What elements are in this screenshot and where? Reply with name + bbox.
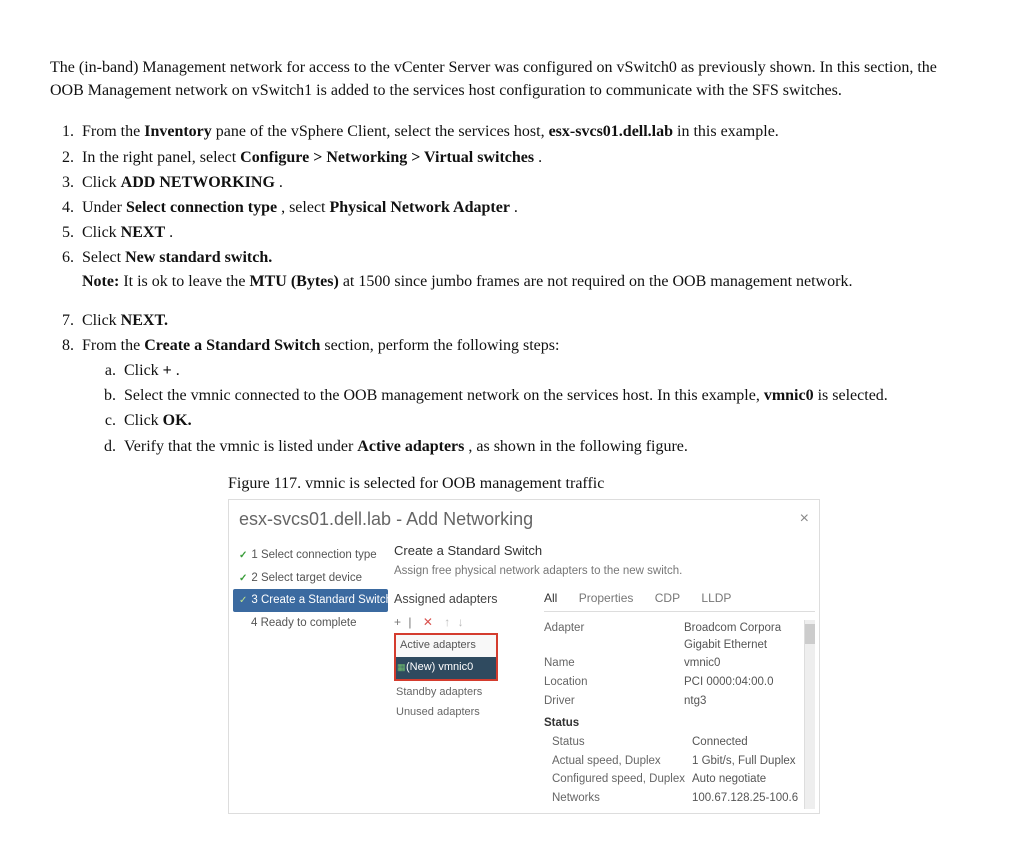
assigned-adapters-panel: Assigned adapters + | ✕ ↑ ↓ Active adapt… [394, 590, 544, 809]
row-configured-speed: Configured speed, DuplexAuto negotiate [544, 771, 804, 788]
row-name: Namevmnic0 [544, 655, 804, 672]
tab-lldp[interactable]: LLDP [701, 591, 731, 605]
step-8c: Click OK. [120, 409, 974, 432]
details-scrollbar[interactable] [804, 620, 815, 809]
add-networking-dialog: esx-svcs01.dell.lab - Add Networking × 1… [228, 499, 820, 814]
wizard-main: Create a Standard Switch Assign free phy… [388, 536, 819, 813]
row-location: LocationPCI 0000:04:00.0 [544, 674, 804, 691]
step-7: Click NEXT. [78, 309, 974, 332]
selected-vmnic[interactable]: (New) vmnic0 [396, 657, 496, 679]
step-2: In the right panel, select Configure > N… [78, 146, 974, 169]
wizard-main-title: Create a Standard Switch [394, 542, 815, 561]
adapter-toolbar: + | ✕ ↑ ↓ [394, 614, 544, 631]
wizard-steps: 1 Select connection type 2 Select target… [229, 536, 388, 813]
wizard-step-1[interactable]: 1 Select connection type [233, 544, 388, 567]
close-icon[interactable]: × [800, 507, 809, 530]
sub-steps-list: Click + . Select the vmnic connected to … [120, 359, 974, 458]
active-adapters-box: Active adapters (New) vmnic0 [394, 633, 498, 681]
move-down-icon[interactable]: ↓ [458, 615, 466, 629]
tab-properties[interactable]: Properties [579, 591, 634, 605]
row-networks: Networks100.67.128.25-100.6 [544, 790, 804, 807]
step-3: Click ADD NETWORKING . [78, 171, 974, 194]
tab-cdp[interactable]: CDP [655, 591, 680, 605]
standby-adapters-header: Standby adapters [394, 681, 544, 701]
wizard-main-subtitle: Assign free physical network adapters to… [394, 563, 815, 580]
assigned-adapters-heading: Assigned adapters [394, 590, 544, 608]
main-steps-list-continued: Click NEXT. From the Create a Standard S… [78, 309, 974, 458]
step-8: From the Create a Standard Switch sectio… [78, 334, 974, 458]
row-actual-speed: Actual speed, Duplex1 Gbit/s, Full Duple… [544, 753, 804, 770]
move-up-icon[interactable]: ↑ [444, 615, 452, 629]
step-8a: Click + . [120, 359, 974, 382]
wizard-step-4: 4 Ready to complete [233, 612, 388, 635]
add-icon[interactable]: + [394, 615, 403, 629]
dialog-title-text: esx-svcs01.dell.lab - Add Networking [239, 506, 533, 532]
adapter-details-panel: All Properties CDP LLDP AdapterBroadcom … [544, 590, 815, 809]
row-driver: Driverntg3 [544, 693, 804, 710]
figure-caption: Figure 117. vmnic is selected for OOB ma… [228, 472, 974, 495]
step-4: Under Select connection type , select Ph… [78, 196, 974, 219]
main-steps-list: From the Inventory pane of the vSphere C… [78, 120, 974, 292]
tab-all[interactable]: All [544, 591, 557, 605]
step-8d: Verify that the vmnic is listed under Ac… [120, 435, 974, 458]
details-tabs: All Properties CDP LLDP [544, 590, 815, 612]
active-adapters-header: Active adapters [396, 635, 496, 657]
remove-icon[interactable]: ✕ [423, 615, 435, 629]
wizard-step-3[interactable]: 3 Create a Standard Switch [233, 589, 388, 612]
step-1: From the Inventory pane of the vSphere C… [78, 120, 974, 143]
step-8b: Select the vmnic connected to the OOB ma… [120, 384, 974, 407]
step-5: Click NEXT . [78, 221, 974, 244]
wizard-step-2[interactable]: 2 Select target device [233, 567, 388, 590]
row-adapter: AdapterBroadcom Corpora Gigabit Ethernet [544, 620, 804, 653]
row-status: StatusConnected [544, 734, 804, 751]
dialog-titlebar: esx-svcs01.dell.lab - Add Networking × [229, 500, 819, 536]
intro-paragraph: The (in-band) Management network for acc… [50, 56, 974, 102]
step-6: Select New standard switch. Note: It is … [78, 246, 974, 292]
unused-adapters-header: Unused adapters [394, 701, 544, 721]
status-heading: Status [544, 715, 804, 732]
